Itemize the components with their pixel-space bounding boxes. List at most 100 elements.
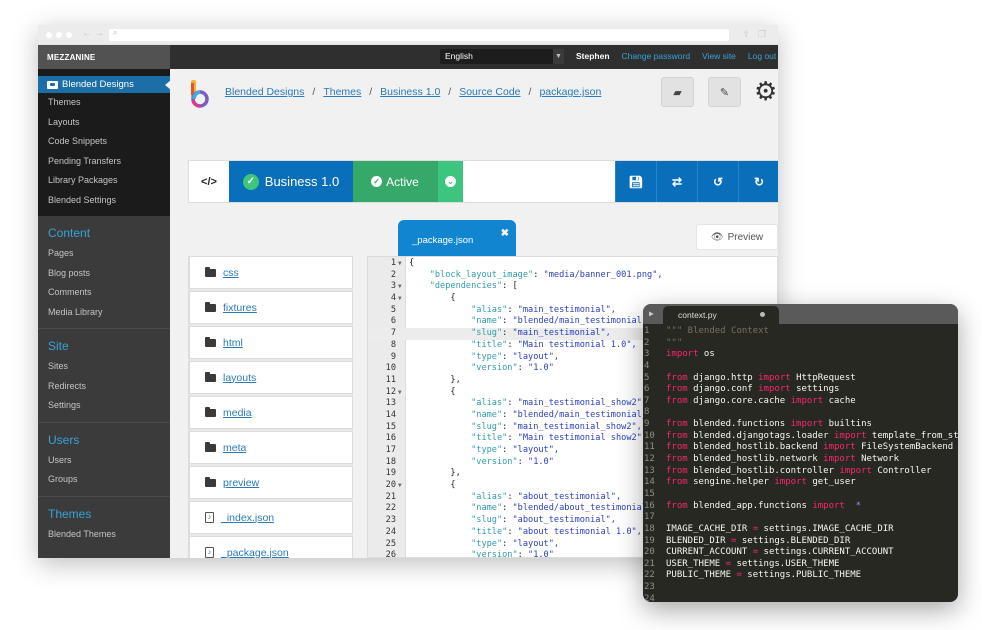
sidebar-item-users[interactable]: Users (38, 451, 170, 471)
theme-toolbar: </> ✓ Business 1.0 ✓ Active ⌄ 💾︎ ⇄ ↺ ↻ (188, 160, 778, 203)
sidebar-item-pages[interactable]: Pages (38, 244, 170, 264)
line-number: 11 (385, 374, 396, 385)
theme-button[interactable]: ✓ Business 1.0 (229, 161, 353, 202)
edit-button[interactable]: ✎ (708, 77, 741, 107)
file-list-item[interactable]: layouts (189, 361, 353, 394)
file-link[interactable]: media (223, 407, 252, 419)
save-button[interactable]: 💾︎ (615, 161, 656, 202)
fold-toggle-icon[interactable]: ▼ (398, 281, 402, 293)
url-bar[interactable]: ⌕ (109, 28, 729, 41)
window-minimize-button[interactable] (56, 32, 62, 38)
sidebar-item-library-packages[interactable]: Library Packages (38, 171, 170, 191)
file-link[interactable]: _index.json (221, 512, 274, 524)
file-list-item[interactable]: ♪ _package.json (189, 536, 353, 558)
editor-tab[interactable]: _package.json ✖ (398, 220, 516, 258)
share-icon[interactable]: ⇧ (742, 29, 750, 40)
file-list-item[interactable]: fixtures (189, 291, 353, 324)
sidebar-item-layouts[interactable]: Layouts (38, 113, 170, 133)
sidebar-item-blended-designs[interactable]: Blended Designs (38, 76, 171, 93)
folder-icon (205, 476, 216, 487)
line-number: 16 (644, 500, 655, 511)
sublime-tab[interactable]: context.py (663, 306, 779, 324)
view-site-link[interactable]: View site (702, 51, 736, 61)
file-list-item[interactable]: preview (189, 466, 353, 499)
sidebar-item-sites[interactable]: Sites (38, 357, 170, 377)
file-link[interactable]: meta (223, 442, 246, 454)
sidebar-item-redirects[interactable]: Redirects (38, 377, 170, 397)
transfer-button[interactable]: ⇄ (656, 161, 697, 202)
code-token: Controller (871, 465, 932, 476)
sidebar-item-settings[interactable]: Settings (38, 396, 170, 416)
code-token: FileSystemBackend (855, 442, 954, 453)
language-select[interactable]: English ▼ (440, 49, 564, 64)
fold-toggle-icon[interactable]: ▼ (398, 293, 402, 305)
code-text: "title": "Main testimonial 1.0", (471, 339, 637, 350)
folder-icon (205, 336, 216, 347)
file-link[interactable]: preview (223, 477, 259, 489)
file-link[interactable]: css (223, 267, 239, 279)
code-text: "type": "layout", (471, 538, 560, 549)
keyword: import (758, 384, 791, 395)
code-token: builtins (823, 419, 872, 430)
code-icon[interactable]: </> (189, 161, 229, 202)
file-link[interactable]: fixtures (223, 302, 257, 314)
back-icon[interactable]: ← (82, 28, 94, 39)
gear-icon[interactable]: ⚙ (754, 78, 777, 104)
file-link[interactable]: layouts (223, 372, 256, 384)
docs-button[interactable]: ▰ (661, 77, 694, 107)
breadcrumb-blended-designs[interactable]: Blended Designs (225, 86, 304, 98)
brand-logo[interactable]: MEZZANINE (38, 45, 170, 69)
change-password-link[interactable]: Change password (622, 51, 691, 61)
sidebar-item-groups[interactable]: Groups (38, 470, 170, 490)
sidebar-item-comments[interactable]: Comments (38, 283, 170, 303)
redo-button[interactable]: ↻ (738, 161, 778, 202)
comment: """ Blended Context (666, 326, 769, 336)
file-list-item[interactable]: ♪ _index.json (189, 501, 353, 534)
window-close-button[interactable] (46, 32, 52, 38)
play-icon[interactable]: ▶ (649, 309, 654, 318)
forward-icon[interactable]: → (94, 28, 106, 39)
status-dropdown-button[interactable]: ⌄ (437, 161, 463, 202)
fold-toggle-icon[interactable]: ▼ (398, 258, 402, 270)
fold-toggle-icon[interactable]: ▼ (398, 387, 402, 399)
sidebar-item-blended-themes[interactable]: Blended Themes (38, 525, 170, 545)
json-key: "type" (471, 538, 503, 549)
file-list-item[interactable]: media (189, 396, 353, 429)
fold-toggle-icon[interactable]: ▼ (398, 480, 402, 492)
undo-button[interactable]: ↺ (697, 161, 738, 202)
log-out-link[interactable]: Log out (748, 51, 776, 61)
file-list-item[interactable]: meta (189, 431, 353, 464)
breadcrumb-business[interactable]: Business 1.0 (380, 86, 440, 98)
file-link[interactable]: _package.json (221, 547, 289, 559)
active-status-button[interactable]: ✓ Active (353, 161, 437, 202)
sidebar-item-label: Blended Designs (62, 79, 134, 90)
code-token: sengine.helper (687, 477, 775, 488)
code-line: 1 ▼ { (368, 258, 777, 270)
sidebar-item-blended-settings[interactable]: Blended Settings (38, 191, 170, 211)
window-maximize-button[interactable] (66, 32, 72, 38)
sidebar-item-pending-transfers[interactable]: Pending Transfers (38, 152, 170, 172)
close-icon[interactable]: ✖ (501, 228, 509, 239)
sublime-code[interactable]: 1 """ Blended Context 2 """ 3 import os 4 5 from… (643, 324, 958, 602)
undo-icon: ↺ (712, 174, 724, 189)
breadcrumb-themes[interactable]: Themes (323, 86, 361, 98)
sidebar-item-themes[interactable]: Themes (38, 93, 170, 113)
line-number: 5 (390, 304, 396, 315)
line-number: 4 (390, 293, 396, 304)
tabs-icon[interactable]: ❐ (758, 29, 766, 40)
breadcrumb-source-code[interactable]: Source Code (459, 86, 520, 98)
sidebar-item-blog-posts[interactable]: Blog posts (38, 264, 170, 284)
sidebar-item-media-library[interactable]: Media Library (38, 303, 170, 323)
file-list-item[interactable]: html (189, 326, 353, 359)
breadcrumb-package-json[interactable]: package.json (539, 86, 601, 98)
code-text: "title": "Main testimonial show2", (471, 433, 648, 444)
code-text: { (450, 293, 456, 304)
preview-button[interactable]: 👁︎ Preview (696, 224, 778, 250)
code-text: from django.http import HttpRequest (666, 373, 856, 385)
sidebar-heading: Content (48, 226, 91, 240)
file-link[interactable]: html (223, 337, 243, 349)
unsaved-dot-icon (760, 312, 765, 317)
file-list-item[interactable]: css (189, 256, 353, 289)
sidebar-item-code-snippets[interactable]: Code Snippets (38, 132, 170, 152)
